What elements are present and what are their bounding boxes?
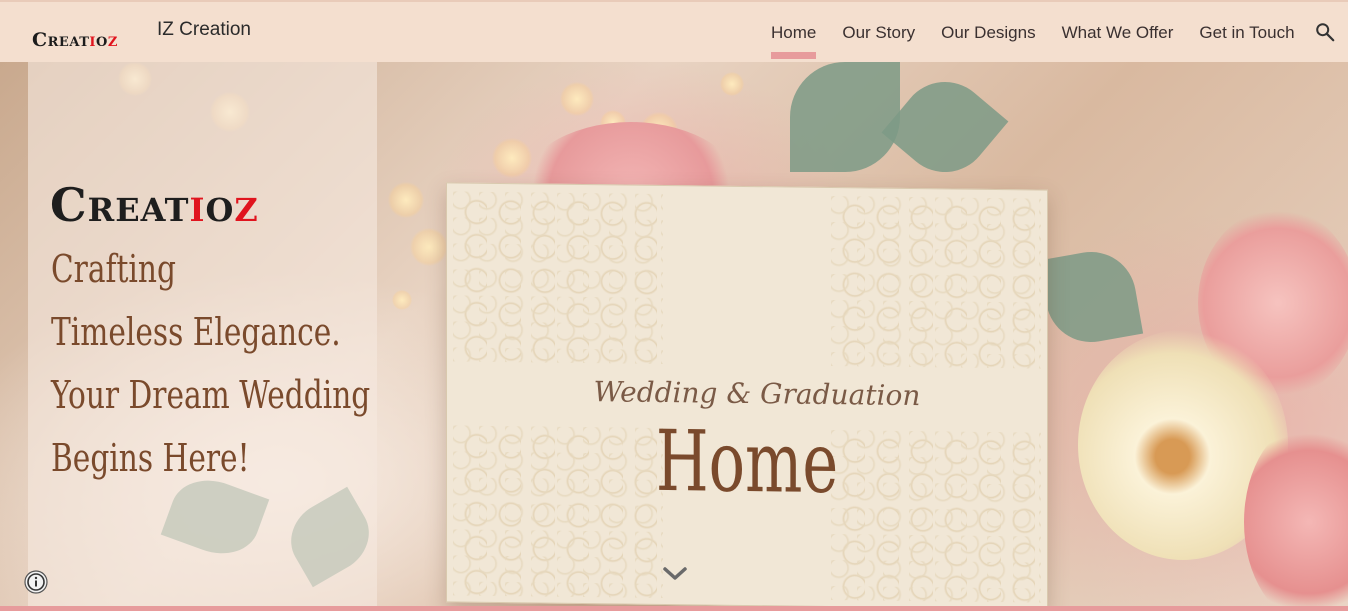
tagline-line: Begins Here! <box>51 436 250 480</box>
lace-corner <box>831 430 1041 603</box>
lace-corner <box>453 191 663 364</box>
tagline-line: Your Dream Wedding <box>51 373 371 417</box>
site-name[interactable]: IZ Creation <box>157 19 251 41</box>
nav-item-our-story[interactable]: Our Story <box>829 2 928 64</box>
info-icon[interactable] <box>24 570 48 594</box>
nav-item-our-designs[interactable]: Our Designs <box>928 2 1048 64</box>
site-header: Creatioz IZ Creation Home Our Story Our … <box>0 0 1348 62</box>
accent-bar <box>0 606 1348 611</box>
nav-item-get-in-touch[interactable]: Get in Touch <box>1186 2 1307 64</box>
bokeh-light <box>388 182 424 218</box>
nav-item-home[interactable]: Home <box>758 2 829 64</box>
bokeh-light <box>720 72 744 96</box>
invitation-card: Wedding & Graduation Home <box>446 182 1048 606</box>
eucalyptus-leaf <box>1038 244 1144 350</box>
chevron-down-icon[interactable] <box>662 564 688 584</box>
page-title: Home <box>655 411 839 513</box>
hero-logo: Creatioz <box>50 136 350 228</box>
search-icon[interactable] <box>1314 21 1336 43</box>
bokeh-light <box>560 82 594 116</box>
card-script-text: Wedding & Graduation <box>593 375 921 413</box>
bokeh-light <box>410 228 448 266</box>
main-nav: Home Our Story Our Designs What We Offer… <box>758 2 1308 64</box>
nav-item-what-we-offer[interactable]: What We Offer <box>1049 2 1187 64</box>
tagline-line: Crafting <box>51 247 176 291</box>
lace-corner <box>831 196 1041 369</box>
eucalyptus-leaf <box>881 63 1009 191</box>
hero-tagline: Crafting Timeless Elegance. Your Dream W… <box>51 238 371 490</box>
lace-corner <box>453 425 663 598</box>
hero-logo-text: Creatioz <box>50 178 259 232</box>
tagline-line: Timeless Elegance. <box>51 310 341 354</box>
eucalyptus-leaf <box>790 62 900 172</box>
brand-logo[interactable]: Creatioz <box>32 14 140 50</box>
bokeh-light <box>392 290 412 310</box>
hero-banner: Wedding & Graduation Home Creatioz Craft… <box>0 62 1348 606</box>
logo-text: Creatioz <box>32 29 118 51</box>
